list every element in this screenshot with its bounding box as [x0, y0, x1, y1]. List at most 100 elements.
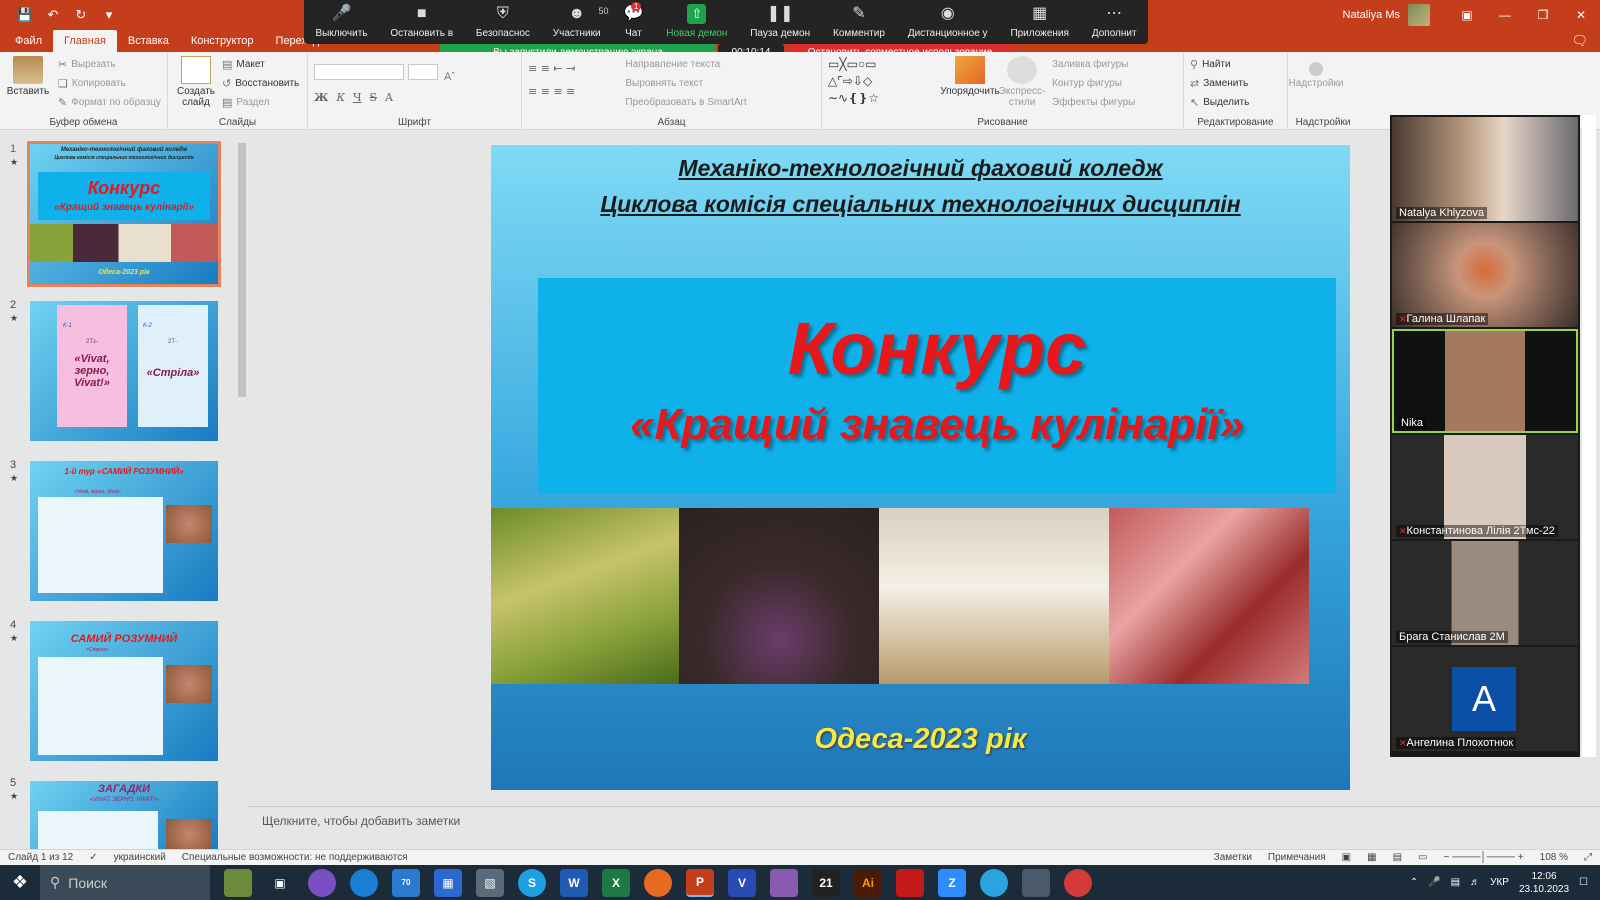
tab-file[interactable]: Файл: [4, 30, 53, 52]
tab-home[interactable]: Главная: [53, 30, 117, 52]
bullets-icon[interactable]: ≡ ≡ ⇤ ⇥: [528, 62, 575, 75]
italic-icon[interactable]: К: [336, 91, 345, 104]
keyboard-language[interactable]: УКР: [1490, 877, 1509, 888]
skype-icon[interactable]: S: [518, 868, 546, 897]
strikethrough-icon[interactable]: S: [369, 91, 377, 104]
volume-icon[interactable]: ♬: [1470, 877, 1480, 888]
reading-view-icon[interactable]: ▤: [1385, 852, 1410, 863]
tab-design[interactable]: Конструктор: [180, 30, 265, 52]
visio-icon[interactable]: V: [728, 868, 756, 897]
pause-share-button[interactable]: ❚❚ Пауза демон: [750, 4, 810, 39]
paint-icon[interactable]: [770, 868, 798, 897]
app-icon[interactable]: [1064, 868, 1092, 897]
new-slide-button[interactable]: Создать слайд: [174, 56, 218, 110]
participant-tile[interactable]: Natalya Khlyzova: [1392, 117, 1578, 221]
bold-icon[interactable]: Ж: [314, 91, 328, 104]
participant-tile[interactable]: Галина Шлапак: [1392, 223, 1578, 327]
restore-icon[interactable]: ❐: [1524, 0, 1562, 30]
notes-placeholder[interactable]: Щелкните, чтобы добавить заметки: [262, 814, 460, 828]
shape-outline-button[interactable]: Контур фигуры: [1052, 75, 1135, 91]
align-icon[interactable]: ≡ ≡ ≡ ≡: [528, 85, 575, 98]
task-view-icon[interactable]: ▣: [266, 869, 294, 897]
copy-button[interactable]: ❏ Копировать: [58, 75, 161, 91]
powerpoint-icon[interactable]: P: [686, 868, 714, 897]
participant-tile[interactable]: Брага Станислав 2М: [1392, 541, 1578, 645]
mute-button[interactable]: 🎤 Выключить: [315, 4, 367, 39]
arrange-button[interactable]: Упорядочить: [940, 56, 1000, 110]
tray-overflow-icon[interactable]: ⌃: [1410, 877, 1418, 888]
slide-footer[interactable]: Одеса-2023 рік: [491, 723, 1350, 756]
scrollbar-thumb[interactable]: [238, 143, 246, 397]
more-button[interactable]: ⋯ Дополнит: [1092, 4, 1137, 39]
fit-slide-icon[interactable]: ⤢: [1576, 852, 1600, 863]
font-family-select[interactable]: [314, 64, 404, 80]
slideshow-icon[interactable]: ▭: [1410, 852, 1435, 863]
thumbnail-scrollbar[interactable]: [236, 131, 248, 849]
language-indicator[interactable]: украинский: [106, 852, 174, 863]
redo-icon[interactable]: ↻: [70, 5, 92, 25]
taskbar-search[interactable]: ⚲ Поиск: [40, 865, 210, 900]
viber-icon[interactable]: [308, 868, 336, 897]
participant-tile[interactable]: A Ангелина Плохотнюк: [1392, 647, 1578, 751]
quick-styles-button[interactable]: Экспресс-стили: [999, 56, 1045, 110]
tab-insert[interactable]: Вставка: [117, 30, 180, 52]
section-button[interactable]: ▤ Раздел: [222, 94, 299, 110]
smartart-button[interactable]: Преобразовать в SmartArt: [625, 94, 746, 110]
illustrator-icon[interactable]: Ai: [854, 868, 882, 897]
shape-fill-button[interactable]: Заливка фигуры: [1052, 56, 1135, 72]
slide-thumbnail-4[interactable]: САМИЙ РОЗУМНИЙ «Стріла»: [30, 621, 218, 761]
calendar-day-icon[interactable]: 21: [812, 868, 840, 897]
notes-divider[interactable]: [248, 806, 1600, 807]
network-icon[interactable]: ▤: [1451, 877, 1460, 888]
firefox-icon[interactable]: [644, 868, 672, 897]
calendar-icon[interactable]: ▦: [434, 868, 462, 897]
accessibility-status[interactable]: Специальные возможности: не поддерживают…: [174, 852, 416, 863]
align-text-button[interactable]: Выровнять текст: [625, 75, 746, 91]
zoom-level[interactable]: 108 %: [1532, 852, 1576, 863]
excel-icon[interactable]: X: [602, 868, 630, 897]
slide-thumbnail-3[interactable]: 1-й тур «САМИЙ РОЗУМНИЙ» «Vivat, зерно, …: [30, 461, 218, 601]
addins-button[interactable]: Надстройки: [1289, 62, 1343, 89]
shape-effects-button[interactable]: Эффекты фигуры: [1052, 94, 1135, 110]
minimize-icon[interactable]: —: [1486, 0, 1524, 30]
meat-photo[interactable]: [1109, 508, 1309, 684]
current-slide[interactable]: Механіко-технологічний фаховий коледж Ци…: [491, 145, 1350, 790]
paste-button[interactable]: Вставить: [6, 56, 50, 110]
sorter-view-icon[interactable]: ▦: [1359, 852, 1384, 863]
chat-button[interactable]: 💬 1 Чат: [623, 2, 643, 39]
widgets-icon[interactable]: [224, 868, 252, 897]
spellcheck-icon[interactable]: ✓: [81, 852, 105, 863]
wine-grapes-photo[interactable]: [679, 508, 879, 684]
participants-button[interactable]: ☻ 50 Участники: [553, 4, 609, 39]
cut-button[interactable]: ✂ Вырезать: [58, 56, 161, 72]
new-share-button[interactable]: ⇧ Новая демон: [666, 4, 727, 39]
telegram-icon[interactable]: [980, 868, 1008, 897]
wheat-photo[interactable]: [491, 508, 679, 684]
participant-tile-active[interactable]: Nika: [1392, 329, 1578, 433]
apps-button[interactable]: ▦ Приложения: [1010, 4, 1069, 39]
stop-video-button[interactable]: ■ Остановить в: [390, 4, 453, 39]
security-button[interactable]: ⛨ Безопаснос: [476, 4, 530, 39]
layout-button[interactable]: ▤ Макет: [222, 56, 299, 72]
slide-thumbnail-panel[interactable]: 1 ★ Механіко-технологічний фаховий колед…: [0, 131, 248, 849]
font-color-icon[interactable]: A: [385, 91, 393, 104]
save-icon[interactable]: 💾: [14, 5, 36, 25]
slide-thumbnail-2[interactable]: К-1 2Тз- «Vivat, зерно, Vivat!» К-2 2Т- …: [30, 301, 218, 441]
customize-icon[interactable]: ▾: [98, 5, 120, 25]
grow-font-icon[interactable]: Aˆ: [444, 71, 455, 83]
comments-icon[interactable]: 🗨: [1571, 33, 1588, 49]
annotate-button[interactable]: ✎ Комментир: [833, 4, 885, 39]
microphone-tray-icon[interactable]: 🎤: [1428, 877, 1440, 888]
dairy-photo[interactable]: [879, 508, 1109, 684]
zoom-app-icon[interactable]: Z: [938, 868, 966, 897]
normal-view-icon[interactable]: ▣: [1334, 852, 1359, 863]
windows-start-icon[interactable]: ❖: [0, 865, 40, 900]
slide-thumbnail-1[interactable]: Механіко-технологічний фаховий коледж Ци…: [27, 141, 221, 287]
undo-icon[interactable]: ↶: [42, 5, 64, 25]
avatar[interactable]: [1408, 4, 1430, 26]
slide-header-commission[interactable]: Циклова комісія спеціальних технологічни…: [491, 191, 1350, 218]
zoom-slider[interactable]: − ────│──── +: [1435, 852, 1531, 863]
app-icon[interactable]: [1022, 868, 1050, 897]
slide-title-box[interactable]: Конкурс «Кращий знавець кулінарії»: [538, 278, 1336, 494]
slide-header-college[interactable]: Механіко-технологічний фаховий коледж: [491, 155, 1350, 182]
